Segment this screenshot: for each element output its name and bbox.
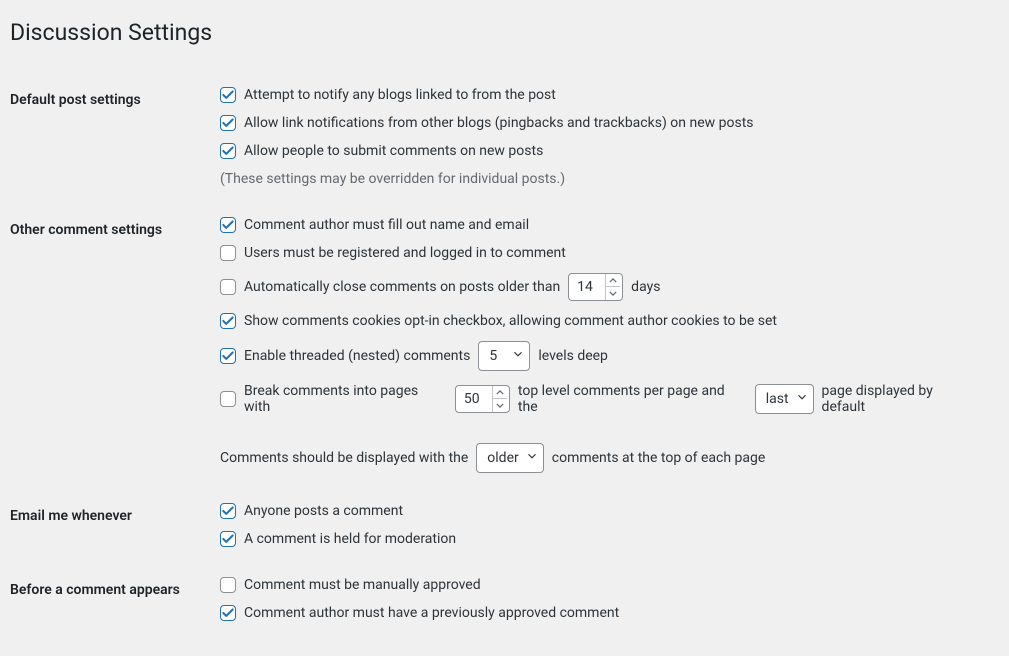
- label-pages-suffix: page displayed by default: [822, 383, 979, 415]
- label-cookies-optin: Show comments cookies opt-in checkbox, a…: [244, 313, 777, 329]
- section-heading-default-post: Default post settings: [10, 72, 210, 202]
- checkbox-cookies-optin[interactable]: [220, 313, 236, 329]
- input-comments-per-page[interactable]: 50: [455, 385, 510, 413]
- label-require-registration: Users must be registered and logged in t…: [244, 245, 566, 261]
- checkbox-manually-approved[interactable]: [220, 577, 236, 593]
- checkbox-allow-comments[interactable]: [220, 143, 236, 159]
- page-title: Discussion Settings: [10, 10, 989, 50]
- label-previously-approved: Comment author must have a previously ap…: [244, 605, 619, 621]
- select-default-page[interactable]: last: [755, 384, 814, 414]
- checkbox-previously-approved[interactable]: [220, 605, 236, 621]
- checkbox-allow-pingbacks[interactable]: [220, 115, 236, 131]
- spinner-down-icon[interactable]: [493, 399, 507, 412]
- select-comment-order[interactable]: older: [476, 443, 543, 473]
- label-anyone-posts: Anyone posts a comment: [244, 503, 403, 519]
- select-value: last: [766, 391, 789, 407]
- label-threaded-prefix: Enable threaded (nested) comments: [244, 348, 470, 364]
- spinner-down-icon[interactable]: [606, 287, 620, 300]
- select-value: older: [487, 450, 518, 466]
- checkbox-close-comments[interactable]: [220, 279, 236, 295]
- label-pages-prefix: Break comments into pages with: [244, 383, 447, 415]
- label-order-suffix: comments at the top of each page: [552, 450, 766, 466]
- checkbox-anyone-posts[interactable]: [220, 503, 236, 519]
- section-heading-other-comment: Other comment settings: [10, 202, 210, 488]
- label-manually-approved: Comment must be manually approved: [244, 577, 481, 593]
- label-close-comments-prefix: Automatically close comments on posts ol…: [244, 279, 560, 295]
- select-threaded-levels[interactable]: 5: [478, 341, 530, 371]
- section-heading-before-appears: Before a comment appears: [10, 562, 210, 636]
- spinner-up-icon[interactable]: [606, 274, 620, 287]
- chevron-down-icon: [795, 390, 809, 408]
- input-value: 50: [464, 391, 488, 407]
- spinner-up-icon[interactable]: [493, 386, 507, 399]
- input-close-comments-days[interactable]: 14: [568, 273, 623, 301]
- label-allow-pingbacks: Allow link notifications from other blog…: [244, 115, 754, 131]
- checkbox-require-registration[interactable]: [220, 245, 236, 261]
- section-heading-email-me: Email me whenever: [10, 488, 210, 562]
- label-threaded-suffix: levels deep: [538, 348, 608, 364]
- label-notify-linked: Attempt to notify any blogs linked to fr…: [244, 87, 556, 103]
- chevron-down-icon: [525, 449, 539, 467]
- label-order-prefix: Comments should be displayed with the: [220, 450, 468, 466]
- input-value: 14: [577, 279, 601, 295]
- label-allow-comments: Allow people to submit comments on new p…: [244, 143, 543, 159]
- select-value: 5: [489, 348, 505, 364]
- label-require-name-email: Comment author must fill out name and em…: [244, 217, 529, 233]
- chevron-down-icon: [511, 347, 525, 365]
- checkbox-break-pages[interactable]: [220, 391, 236, 407]
- checkbox-held-moderation[interactable]: [220, 531, 236, 547]
- checkbox-require-name-email[interactable]: [220, 217, 236, 233]
- note-default-post: (These settings may be overridden for in…: [220, 171, 979, 187]
- checkbox-notify-linked[interactable]: [220, 87, 236, 103]
- label-close-comments-suffix: days: [631, 279, 660, 295]
- label-pages-mid: top level comments per page and the: [518, 383, 747, 415]
- checkbox-threaded-comments[interactable]: [220, 348, 236, 364]
- label-held-moderation: A comment is held for moderation: [244, 531, 456, 547]
